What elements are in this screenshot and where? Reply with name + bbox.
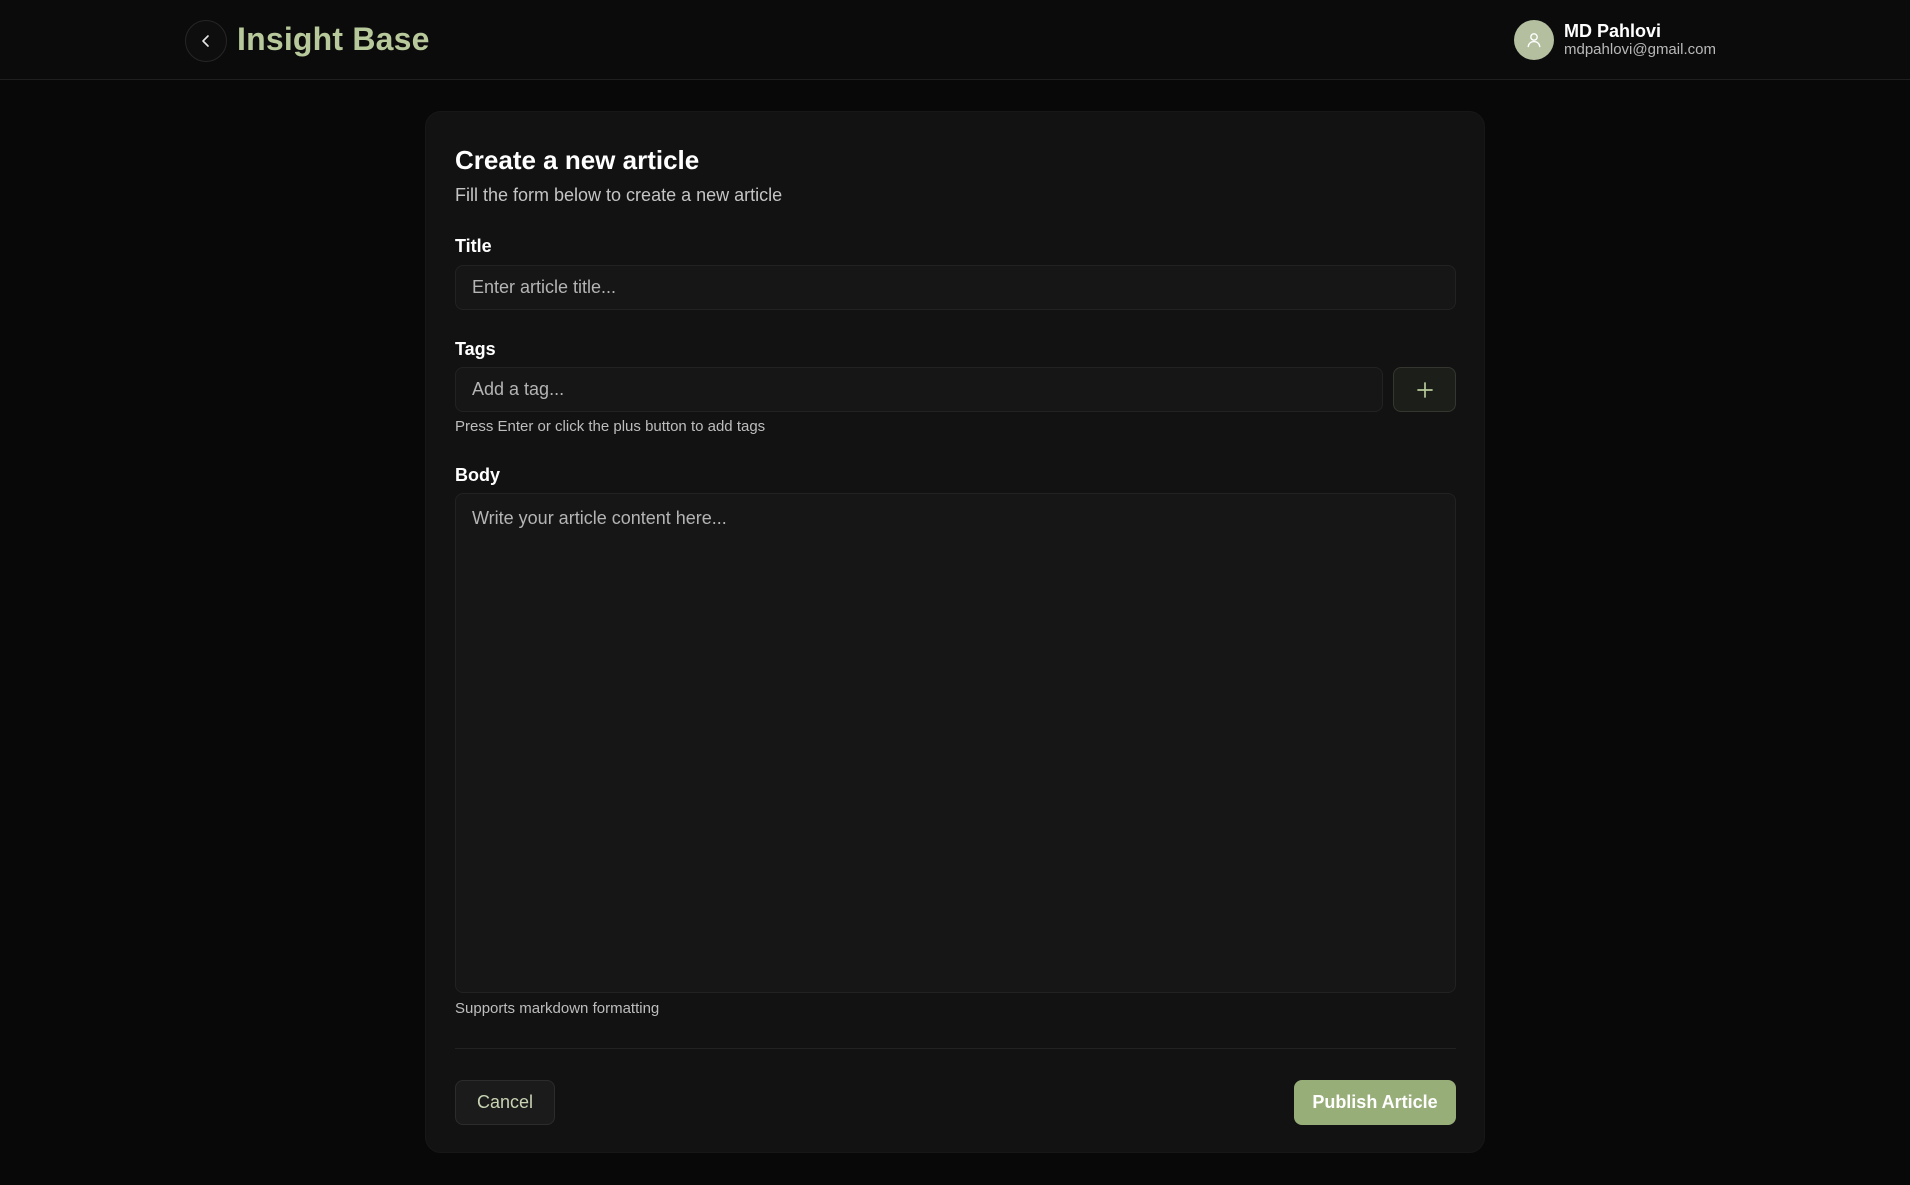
tag-input[interactable]: [455, 367, 1383, 412]
back-button[interactable]: [185, 20, 227, 62]
user-icon: [1527, 33, 1541, 48]
user-info: MD Pahlovi mdpahlovi@gmail.com: [1564, 21, 1716, 59]
top-bar: Insight Base MD Pahlovi mdpahlovi@gmail.…: [0, 0, 1910, 80]
chevron-left-icon: [202, 35, 209, 47]
publish-article-button[interactable]: Publish Article: [1294, 1080, 1456, 1125]
page-title: Create a new article: [455, 145, 700, 175]
body-textarea[interactable]: [455, 493, 1456, 993]
create-article-card: Create a new article Fill the form below…: [425, 111, 1485, 1153]
plus-icon: [1416, 381, 1433, 398]
user-email: mdpahlovi@gmail.com: [1564, 41, 1716, 58]
body-hint: Supports markdown formatting: [455, 1000, 660, 1017]
cancel-button[interactable]: Cancel: [455, 1080, 555, 1125]
user-profile[interactable]: MD Pahlovi mdpahlovi@gmail.com: [1514, 19, 1716, 61]
divider: [455, 1048, 1456, 1049]
avatar: [1514, 20, 1554, 60]
user-name: MD Pahlovi: [1564, 21, 1662, 41]
add-tag-button[interactable]: [1393, 367, 1456, 412]
page-subtitle: Fill the form below to create a new arti…: [455, 185, 783, 205]
app-brand[interactable]: Insight Base: [237, 18, 430, 60]
title-label: Title: [455, 236, 492, 256]
body-label: Body: [455, 465, 500, 485]
tags-label: Tags: [455, 339, 496, 359]
tags-hint: Press Enter or click the plus button to …: [455, 418, 766, 435]
title-input[interactable]: [455, 265, 1456, 310]
